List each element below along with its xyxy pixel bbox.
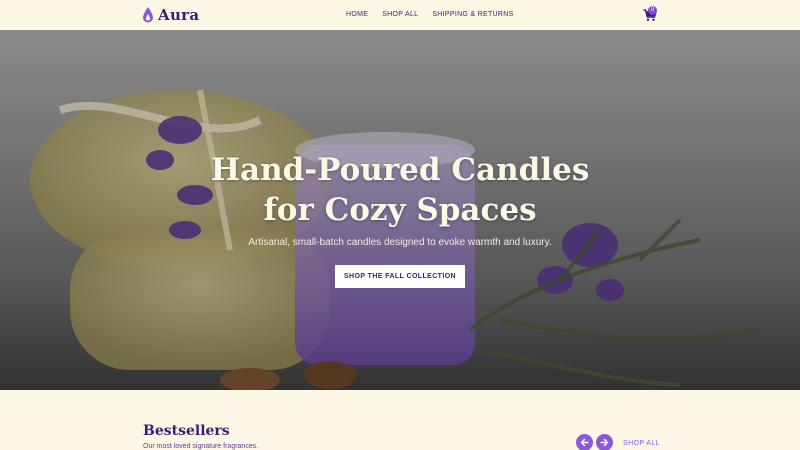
bestsellers-shop-all-link[interactable]: SHOP ALL [623,440,660,447]
hero-title-line-2: for Cozy Spaces [263,192,537,228]
shop-fall-collection-button[interactable]: SHOP THE FALL COLLECTION [335,265,465,288]
brand-logo[interactable]: Aura [143,6,199,24]
hero-banner: Hand-Poured Candles for Cozy Spaces Arti… [0,30,800,390]
nav-home[interactable]: HOME [346,11,368,18]
main-nav: HOME SHOP ALL SHIPPING & RETURNS [346,11,514,18]
nav-shop-all[interactable]: SHOP ALL [382,11,418,18]
brand-name: Aura [158,6,200,24]
carousel-next-button[interactable] [596,434,613,450]
cart-count-badge: 0 [648,6,657,15]
bestsellers-subtitle: Our most loved signature fragrances. [143,443,259,450]
arrow-right-icon [600,438,609,447]
bestsellers-title: Bestsellers [143,423,230,439]
flame-drop-icon [143,7,153,23]
hero-title: Hand-Poured Candles for Cozy Spaces [0,150,800,230]
hero-title-line-1: Hand-Poured Candles [210,152,590,188]
site-header: Aura HOME SHOP ALL SHIPPING & RETURNS 0 [0,0,800,30]
hero-subtitle: Artisanal, small-batch candles designed … [248,237,552,248]
arrow-left-icon [580,438,589,447]
carousel-prev-button[interactable] [576,434,593,450]
nav-shipping-returns[interactable]: SHIPPING & RETURNS [432,11,513,18]
